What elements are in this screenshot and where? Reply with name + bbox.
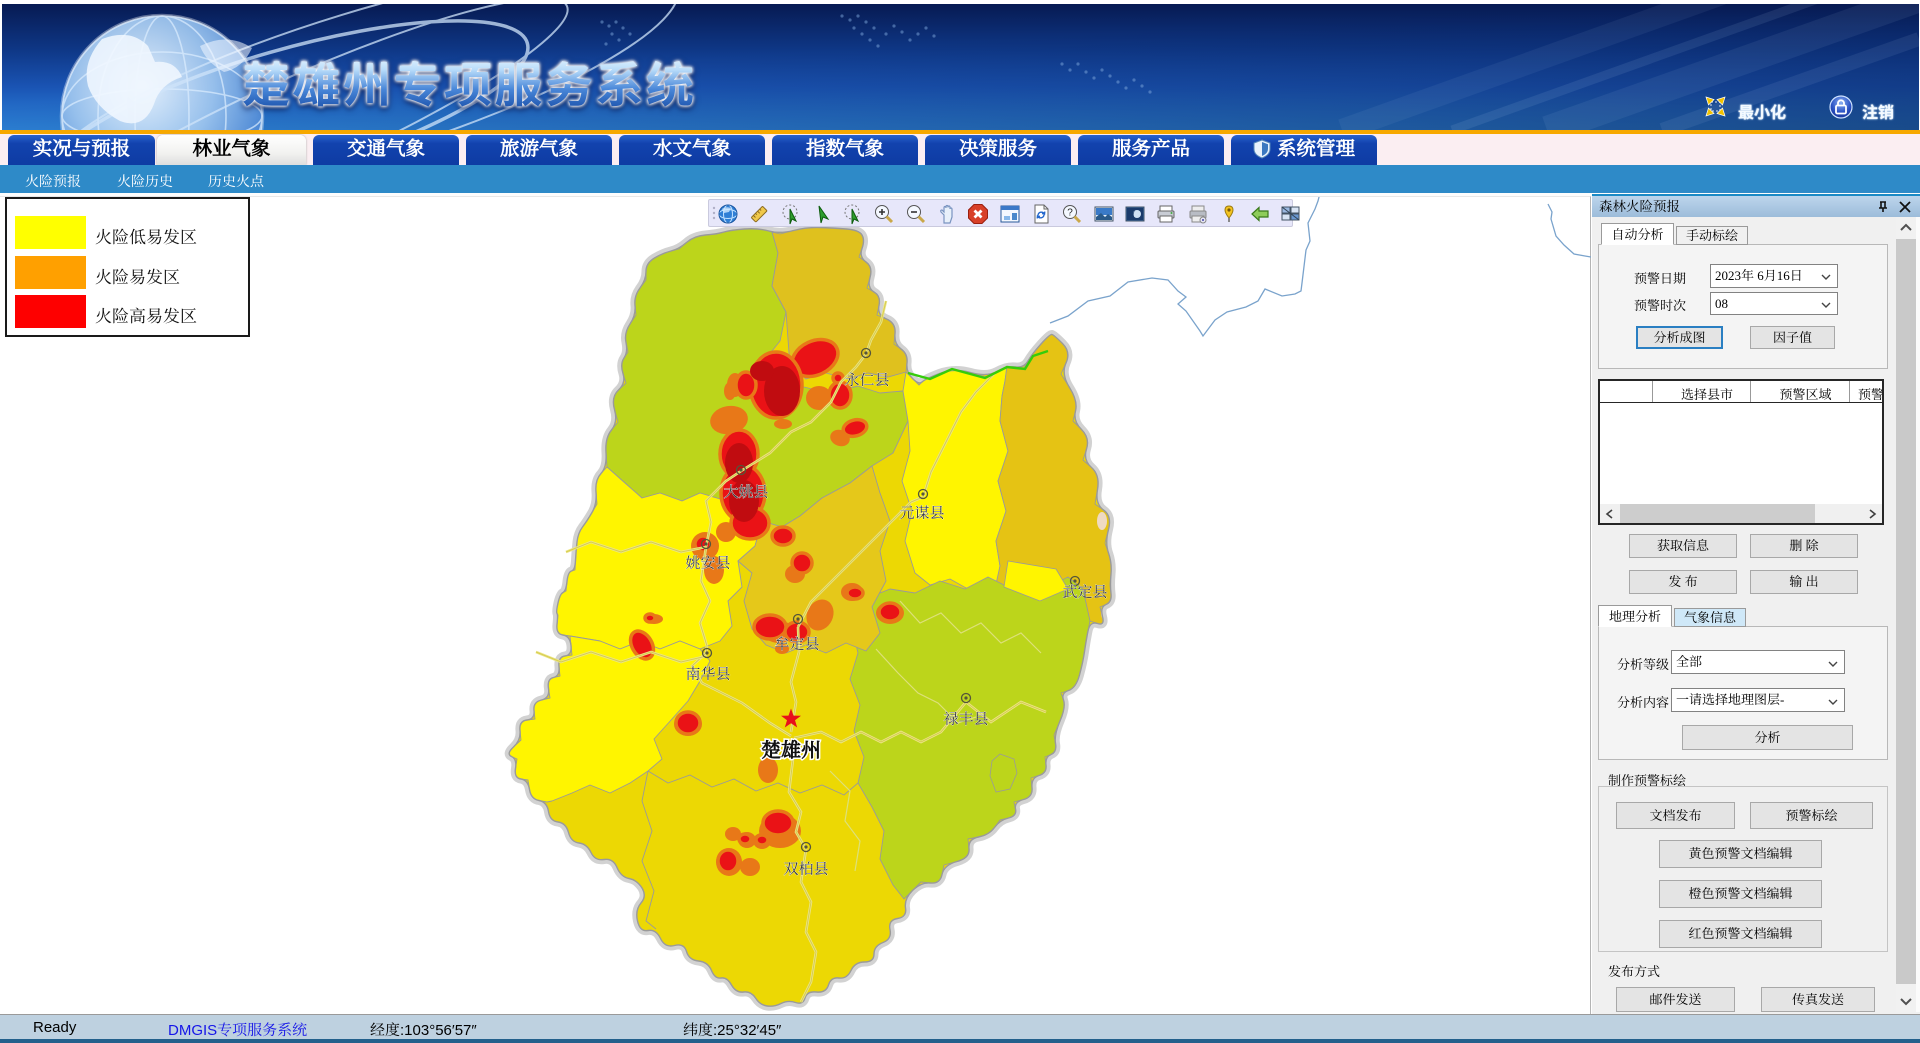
svg-text:姚安县: 姚安县: [685, 555, 730, 572]
svg-text:武定县: 武定县: [1062, 584, 1107, 601]
svg-text:南华县: 南华县: [685, 666, 730, 683]
svg-text:?: ?: [1067, 208, 1073, 219]
svg-text:牟定县: 牟定县: [774, 636, 819, 653]
svg-text:永仁县: 永仁县: [844, 372, 889, 389]
svg-text:大姚县: 大姚县: [723, 484, 768, 501]
svg-text:禄丰县: 禄丰县: [943, 711, 988, 728]
svg-text:元谋县: 元谋县: [899, 505, 944, 522]
svg-text:双柏县: 双柏县: [783, 861, 828, 878]
svg-text:楚雄州: 楚雄州: [761, 739, 821, 762]
